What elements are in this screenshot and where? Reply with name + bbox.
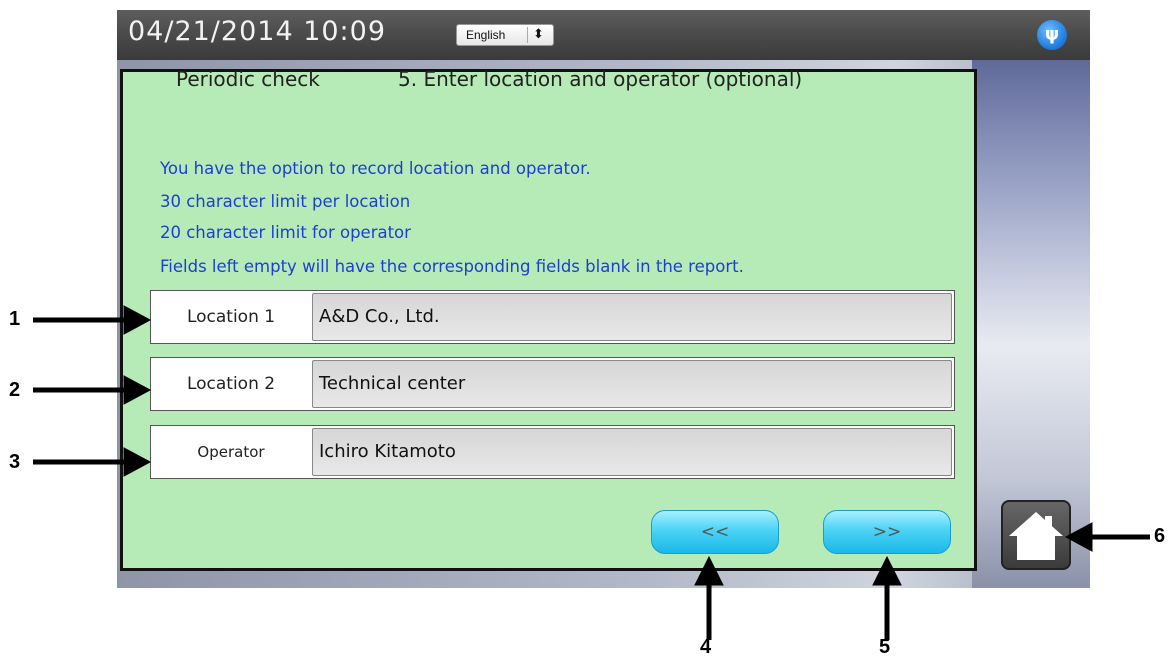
info-line: You have the option to record location a…	[160, 159, 591, 178]
operator-input[interactable]: Ichiro Kitamoto	[312, 428, 952, 476]
info-line: 30 character limit per location	[160, 192, 411, 211]
panel-title: Periodic check	[176, 67, 320, 91]
callout-number: 3	[9, 451, 21, 473]
usb-icon: ψ	[1037, 20, 1067, 50]
language-select[interactable]: English ⬍	[456, 24, 554, 46]
callout-number: 6	[1154, 525, 1166, 547]
callout-number: 5	[879, 636, 891, 658]
callout-number: 4	[700, 636, 712, 658]
location-1-label: Location 1	[186, 307, 276, 327]
step-title: 5. Enter location and operator (optional…	[398, 67, 803, 91]
location-2-input[interactable]: Technical center	[312, 360, 952, 408]
location-1-row: Location 1 A&D Co., Ltd.	[150, 290, 955, 344]
home-icon	[1009, 512, 1063, 560]
operator-label: Operator	[197, 443, 265, 461]
select-divider	[527, 27, 528, 43]
info-line: Fields left empty will have the correspo…	[160, 257, 744, 276]
title-bar: 04/21/2014 10:09 English ⬍ ψ	[117, 10, 1090, 60]
home-button[interactable]	[1001, 500, 1071, 570]
language-value: English	[466, 28, 506, 42]
location-2-label: Location 2	[186, 374, 276, 394]
callout-number: 1	[9, 308, 21, 330]
location-1-input[interactable]: A&D Co., Ltd.	[312, 293, 952, 341]
operator-row: Operator Ichiro Kitamoto	[150, 425, 955, 479]
location-2-row: Location 2 Technical center	[150, 357, 955, 411]
next-button[interactable]: >>	[823, 510, 951, 554]
callout-number: 2	[9, 379, 21, 401]
info-line: 20 character limit for operator	[160, 223, 411, 242]
up-down-arrow-icon: ⬍	[533, 26, 544, 41]
datetime-display: 04/21/2014 10:09	[128, 16, 387, 47]
back-button[interactable]: <<	[651, 510, 779, 554]
